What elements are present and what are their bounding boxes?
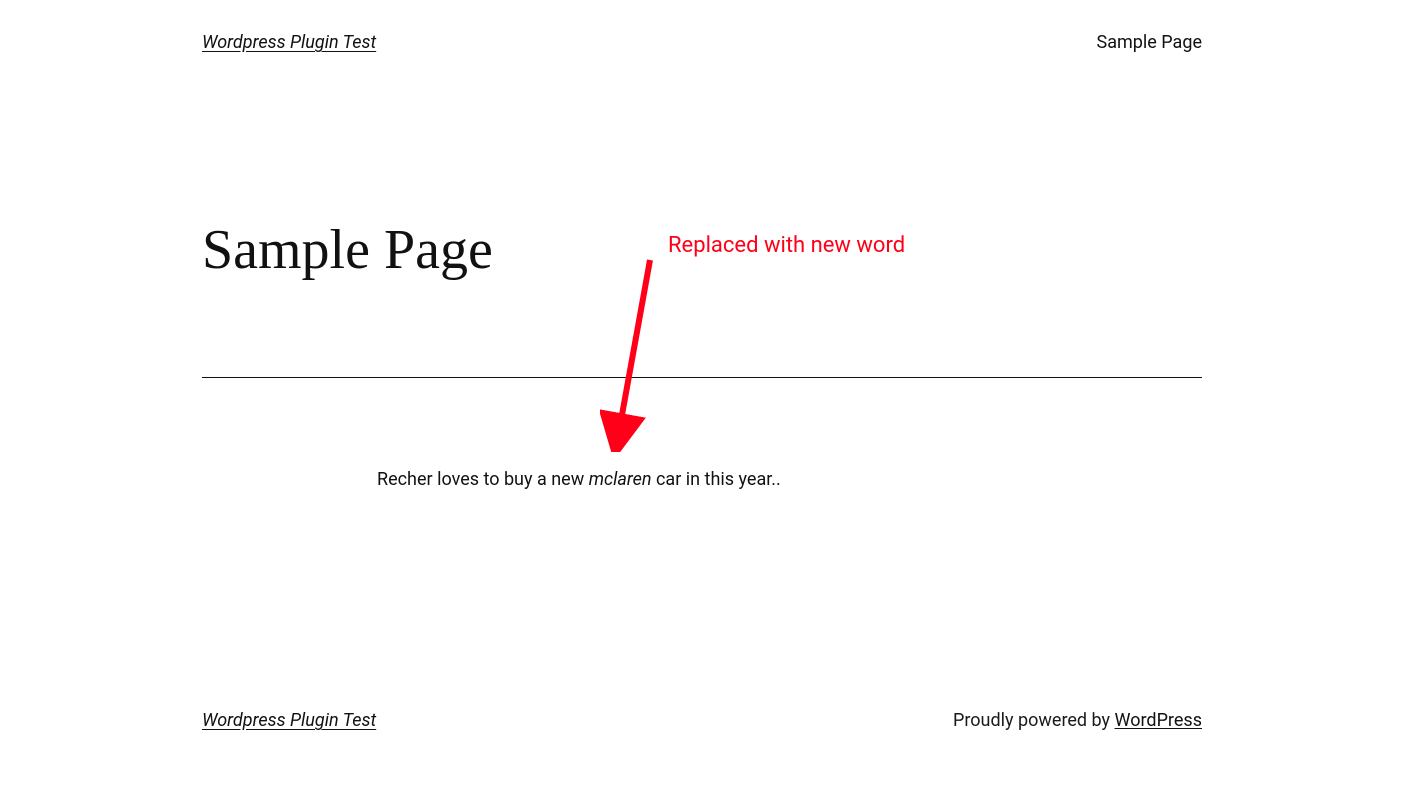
separator (202, 377, 1202, 378)
content-paragraph: Recher loves to buy a new mclaren car in… (377, 466, 1027, 494)
paragraph-text-pre: Recher loves to buy a new (377, 469, 589, 490)
replaced-word: mclaren (589, 469, 652, 490)
site-footer: Wordpress Plugin Test Proudly powered by… (0, 710, 1404, 731)
annotation-label: Replaced with new word (668, 233, 905, 258)
site-header: Wordpress Plugin Test Sample Page (202, 0, 1202, 53)
page-content: Recher loves to buy a new mclaren car in… (377, 466, 1027, 494)
site-title-link[interactable]: Wordpress Plugin Test (202, 32, 376, 53)
footer-powered-by: Proudly powered by WordPress (953, 710, 1202, 731)
footer-site-title-link[interactable]: Wordpress Plugin Test (202, 710, 376, 731)
footer-wordpress-link[interactable]: WordPress (1115, 710, 1202, 731)
nav-sample-page[interactable]: Sample Page (1097, 32, 1202, 53)
paragraph-text-post: car in this year.. (652, 469, 781, 490)
footer-powered-text: Proudly powered by (953, 710, 1115, 731)
